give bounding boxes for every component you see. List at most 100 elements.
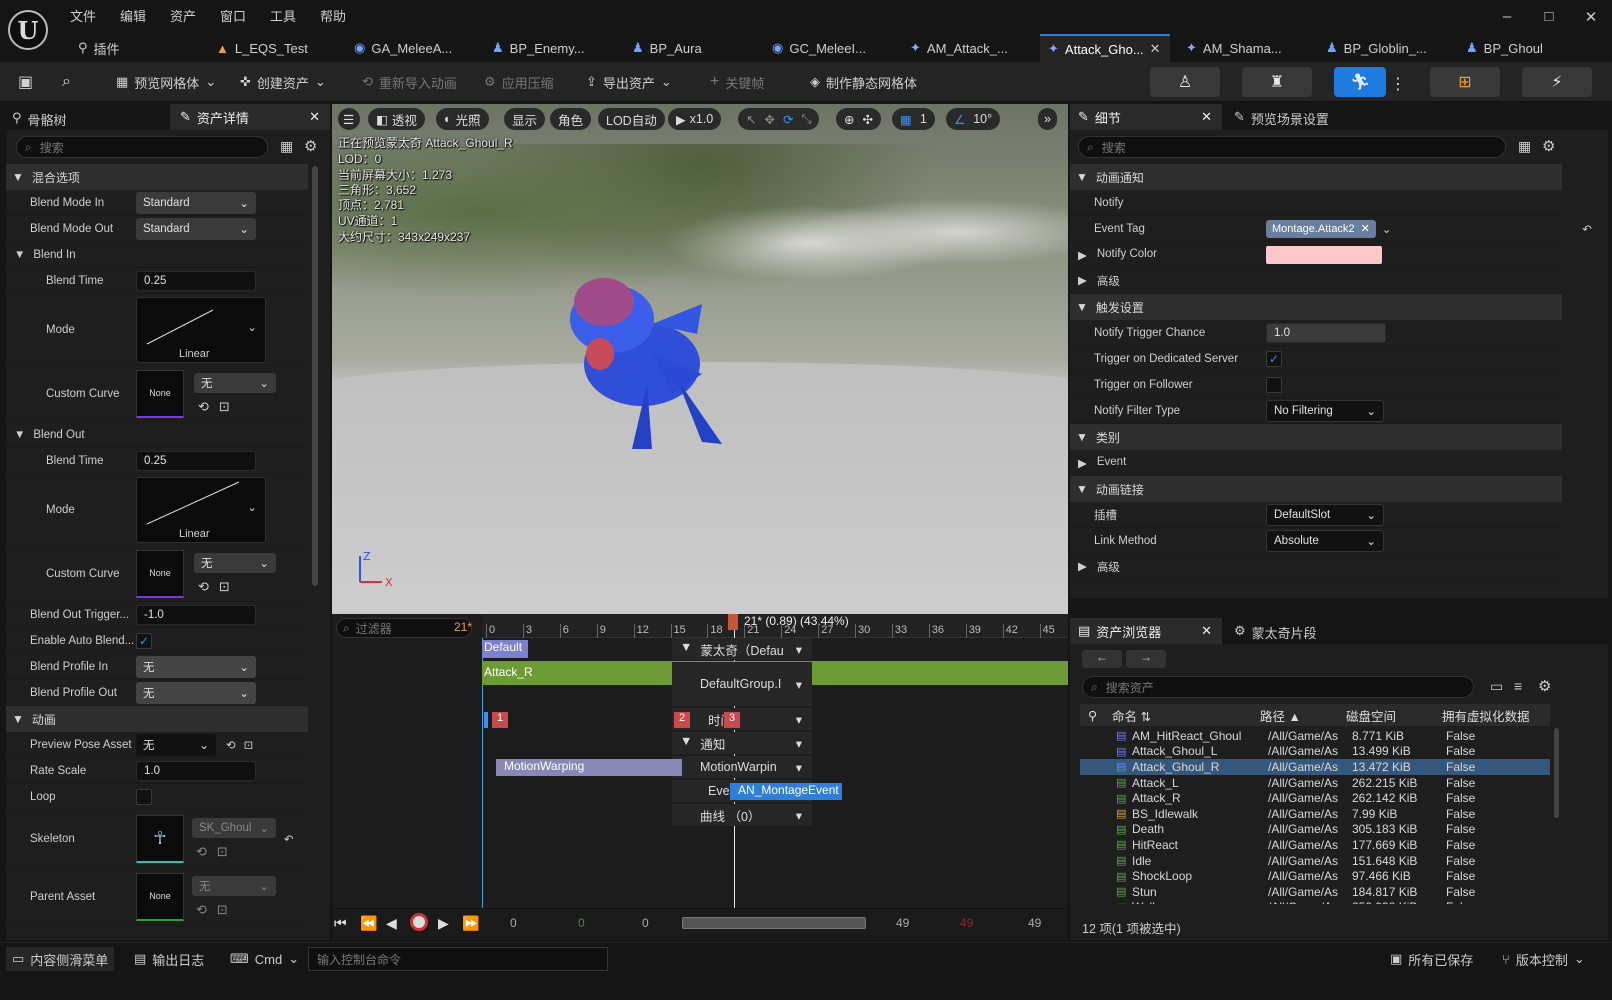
browse-asset-icon[interactable]: ⊡ (217, 902, 228, 918)
table-view-icon[interactable]: ▦ (1518, 138, 1531, 155)
asset-row[interactable]: ▤ AM_HitReact_Ghoul/All/Game/As 8.771 KiB F… (1080, 728, 1550, 744)
use-selected-icon[interactable]: ⟲ (196, 902, 207, 918)
curve-thumbnail[interactable]: None (136, 369, 184, 418)
track-curves[interactable]: 曲线 （0） ▾ (672, 804, 812, 826)
asset-row[interactable]: ▤Walk/All/Game/As252.938 KiBFalse (1080, 900, 1550, 904)
browse-asset-icon[interactable]: ⊡ (219, 579, 230, 595)
track-motion-warping[interactable]: MotionWarpin ▾ (672, 756, 812, 778)
menu-window[interactable]: 窗口 (220, 6, 246, 24)
scrub-head[interactable] (728, 614, 738, 630)
surface-snap-icon[interactable]: ✣ (862, 112, 872, 127)
physics-mode-button[interactable]: ⚡ (1522, 67, 1592, 97)
asset-row[interactable]: ▤ Attack_R/All/Game/As 262.142 KiB False (1080, 790, 1550, 806)
lit-button[interactable]: ◐ 光照 (436, 108, 489, 130)
section-blend-in[interactable]: ▼ Blend In (6, 242, 308, 268)
blend-mode-in-dropdown[interactable]: Standard ⌄ (136, 191, 256, 214)
trigger-chance-input[interactable]: 1.0 (1266, 322, 1386, 343)
output-log-button[interactable]: ▤ 输出日志 (134, 947, 204, 971)
close-tab-icon[interactable]: ✕ (1201, 109, 1212, 125)
reimport-button[interactable]: ⟲ 重新导入动画 (362, 70, 457, 94)
asset-row[interactable]: ▤ Stun/All/Game/As 184.817 KiB False (1080, 884, 1550, 900)
use-selected-icon[interactable]: ⟲ (226, 738, 236, 752)
viewport-menu-button[interactable]: ☰ (338, 108, 360, 130)
parent-asset-dropdown[interactable]: 无 ⌄ (192, 875, 276, 896)
chevron-down-icon[interactable]: ⌄ (1382, 222, 1392, 236)
folder-options-icon[interactable]: ▭ (1490, 678, 1503, 695)
column-virtualized[interactable]: 拥有虚拟化数据 (1442, 706, 1542, 725)
use-selected-icon[interactable]: ⟲ (198, 399, 209, 415)
time-marker-3[interactable]: 3 (724, 712, 740, 728)
curve-dropdown[interactable]: 无 ⌄ (194, 552, 276, 573)
asset-row[interactable]: ▤ Idle/All/Game/As 151.648 KiB False (1080, 853, 1550, 869)
tab-attack-ghoul[interactable]: ✦ Attack_Gho... ✕ (1040, 34, 1170, 62)
link-method-dropdown[interactable]: Absolute ⌄ (1266, 529, 1384, 552)
time-marker-2[interactable]: 2 (674, 712, 690, 728)
move-icon[interactable]: ✥ (764, 112, 774, 127)
menu-tools[interactable]: 工具 (270, 6, 296, 24)
section-trigger-settings[interactable]: ▼ 触发设置 (1070, 294, 1562, 320)
use-selected-icon[interactable]: ⟲ (196, 844, 207, 860)
tab-am-shaman[interactable]: ✦ AM_Shama... (1178, 34, 1314, 62)
event-row[interactable]: ▶ Event (1070, 450, 1562, 476)
notify-state-motion-warping[interactable]: MotionWarping (496, 759, 682, 776)
advanced-row-2[interactable]: ▶ 高级 (1070, 554, 1562, 580)
track-notifies[interactable]: ▼ 通知 ▾ (672, 732, 812, 754)
asset-row[interactable]: ▤ Attack_Ghoul_R/All/Game/As 13.472 KiB Fal… (1080, 759, 1550, 775)
more-options-icon[interactable]: ⋮ (1390, 74, 1406, 94)
settings-gear-icon[interactable]: ⚙ (1542, 137, 1555, 155)
asset-search-input[interactable]: ⌕ 搜索资产 (1082, 676, 1474, 698)
curve-thumbnail[interactable]: None (136, 549, 184, 598)
details-search-input[interactable]: ⌕ 搜索 (1078, 136, 1506, 158)
curve-dropdown[interactable]: 无 ⌄ (194, 372, 276, 393)
close-tab-icon[interactable]: ✕ (1150, 41, 1161, 57)
track-time[interactable]: 时间 ▾ (672, 708, 812, 730)
column-path[interactable]: 路径 ▲ (1260, 706, 1346, 725)
blend-out-time-input[interactable]: 0.25 (136, 450, 256, 471)
menu-file[interactable]: 文件 (70, 6, 96, 24)
blend-mode-out-dropdown[interactable]: Standard ⌄ (136, 217, 256, 240)
timeline-filter-input[interactable]: ⌕ 过滤器 (336, 618, 472, 638)
close-tab-icon[interactable]: ✕ (309, 109, 320, 125)
preview-pose-dropdown[interactable]: 无 ⌄ (136, 733, 216, 756)
rate-scale-input[interactable]: 1.0 (136, 760, 256, 781)
play-reverse-icon[interactable]: ◀ (386, 915, 397, 932)
tab-gc-melee[interactable]: ◉ GC_MeleeI... (764, 34, 894, 62)
tab-bp-aura[interactable]: ♟ BP_Aura (624, 34, 754, 62)
blend-profile-out-dropdown[interactable]: 无 ⌄ (136, 681, 256, 704)
tab-bp-ghoul[interactable]: ♟ BP_Ghoul (1458, 34, 1588, 62)
menu-asset[interactable]: 资产 (170, 6, 196, 24)
time-marker-1[interactable]: 1 (492, 712, 508, 728)
asset-list-scrollbar[interactable] (1554, 728, 1559, 818)
blueprint-mode-button[interactable]: ⊞ (1430, 67, 1500, 97)
tab-montage-sections[interactable]: ⚙ 蒙太奇片段 (1234, 623, 1317, 642)
playback-speed-button[interactable]: ▶ x1.0 (668, 108, 722, 130)
lod-auto-button[interactable]: LOD自动 (598, 108, 665, 130)
world-local-icon[interactable]: ⊕ (844, 112, 854, 127)
viewport-more-button[interactable]: » (1038, 108, 1057, 130)
play-icon[interactable]: ▶ (438, 915, 449, 932)
advanced-row[interactable]: ▶ 高级 (1070, 268, 1562, 294)
menu-help[interactable]: 帮助 (320, 6, 346, 24)
create-asset-button[interactable]: ✜ 创建资产 ⌄ (240, 70, 326, 94)
parent-asset-thumbnail[interactable]: None (136, 872, 184, 921)
tab-preview-scene-settings[interactable]: ✎ 预览场景设置 (1234, 109, 1329, 128)
tab-asset-browser[interactable]: ▤ 资产浏览器 ✕ (1070, 618, 1222, 644)
column-name[interactable]: 命名 ⇅ (1112, 706, 1260, 725)
preview-mesh-button[interactable]: ▦ 预览网格体 ⌄ (116, 70, 216, 94)
close-window-button[interactable]: ✕ (1576, 8, 1606, 30)
dedicated-server-checkbox[interactable]: ✓ (1266, 350, 1282, 367)
asset-row[interactable]: ▤ HitReact/All/Game/As 177.669 KiB False (1080, 837, 1550, 853)
mesh-mode-button[interactable]: ♜ (1242, 67, 1312, 97)
save-all-status[interactable]: ▣ 所有已保存 (1390, 947, 1473, 971)
left-scrollbar[interactable] (312, 166, 318, 586)
section-category[interactable]: ▼ 类别 (1070, 424, 1562, 450)
trigger-follower-checkbox[interactable] (1266, 376, 1282, 393)
reset-to-default-icon[interactable]: ↶ (284, 832, 294, 846)
minimize-button[interactable]: – (1492, 8, 1522, 30)
tab-ga-melee[interactable]: ◉ GA_MeleeA... (346, 34, 474, 62)
tab-am-attack[interactable]: ✦ AM_Attack_... (902, 34, 1040, 62)
section-default[interactable]: Default (482, 640, 528, 658)
tab-skeleton-tree[interactable]: ⚲ 骨骼树 (12, 110, 67, 129)
section-anim-notify[interactable]: ▼ 动画通知 (1070, 164, 1562, 190)
reset-to-default-icon[interactable]: ↶ (1582, 222, 1592, 236)
